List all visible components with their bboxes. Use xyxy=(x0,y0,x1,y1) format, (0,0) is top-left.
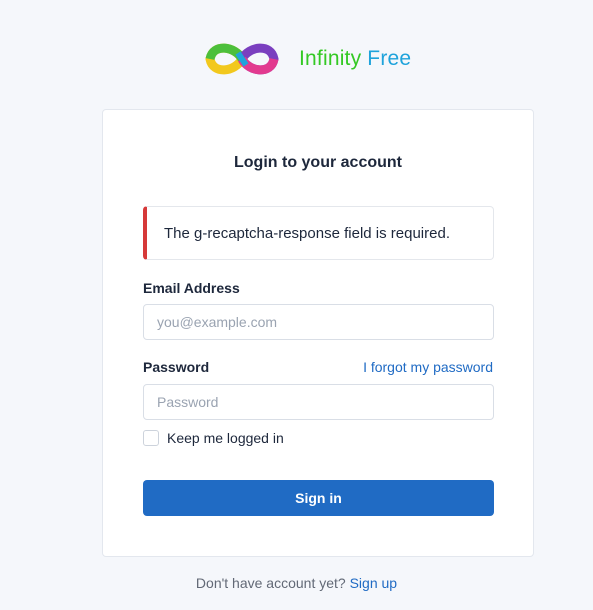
error-alert: The g-recaptcha-response field is requir… xyxy=(143,206,494,260)
infinity-logo-icon xyxy=(205,43,279,75)
sign-in-button[interactable]: Sign in xyxy=(143,480,494,516)
signup-prompt-text: Don't have account yet? xyxy=(195,575,346,591)
remember-me-checkbox[interactable] xyxy=(143,430,159,446)
password-label: Password xyxy=(143,359,210,375)
login-card: Login to your account The g-recaptcha-re… xyxy=(102,109,534,557)
remember-me-label[interactable]: Keep me logged in xyxy=(167,430,284,446)
forgot-password-link[interactable]: I forgot my password xyxy=(363,359,493,375)
page-title: Login to your account xyxy=(234,154,402,171)
brand-name-part1: Infinity xyxy=(299,47,362,70)
email-label: Email Address xyxy=(143,280,240,296)
brand-name: Infinity Free xyxy=(299,47,411,71)
brand-name-part2: Free xyxy=(367,47,412,70)
signup-prompt: Don't have account yet? Sign up xyxy=(0,575,593,591)
remember-me-row[interactable]: Keep me logged in xyxy=(143,430,284,446)
password-field[interactable] xyxy=(143,384,494,420)
brand-logo[interactable]: Infinity Free xyxy=(205,38,411,80)
sign-up-link[interactable]: Sign up xyxy=(350,575,397,591)
email-field[interactable] xyxy=(143,304,494,340)
error-alert-message: The g-recaptcha-response field is requir… xyxy=(164,224,450,242)
